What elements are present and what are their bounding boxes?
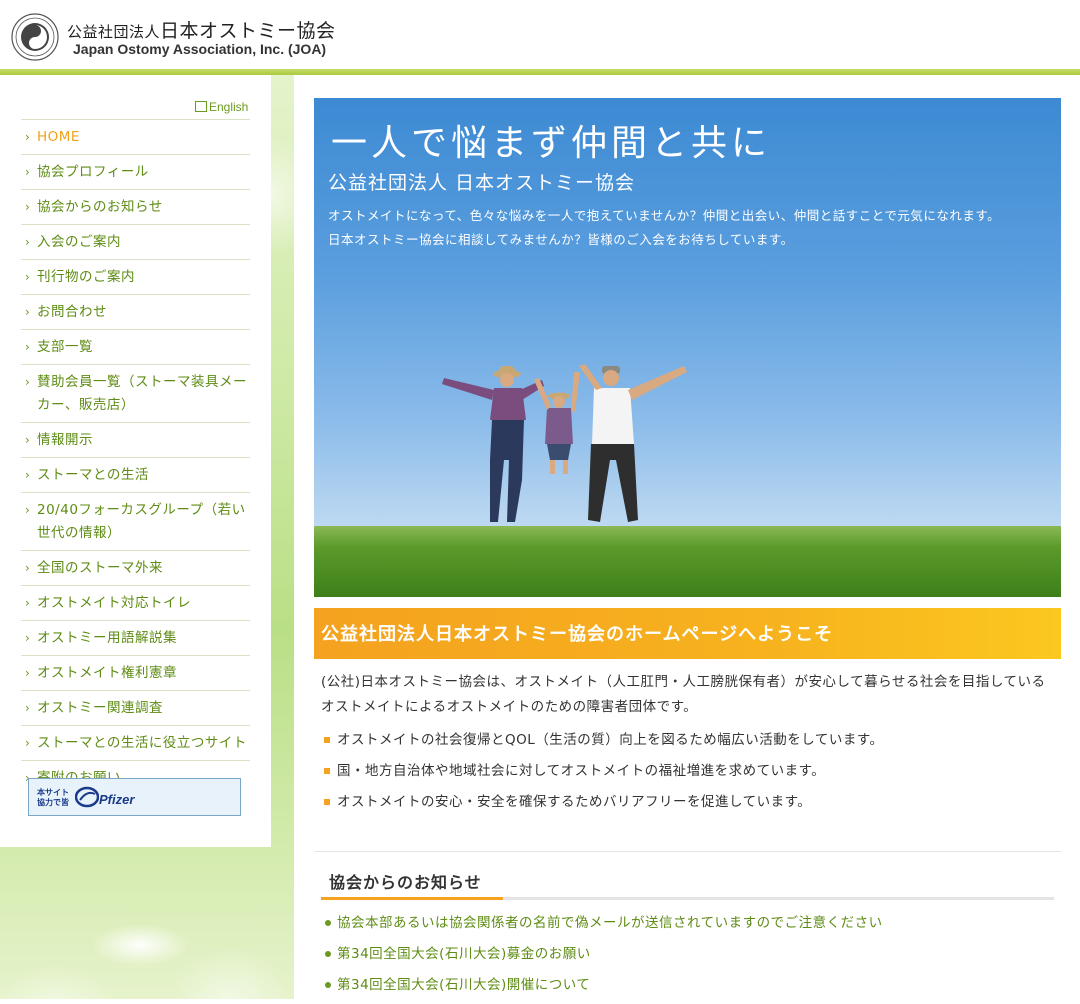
chevron-right-icon: › (25, 736, 31, 750)
news-heading-accent (321, 897, 503, 900)
sponsor-banner[interactable]: 本サイト 協力で皆 Pfizer (28, 778, 241, 816)
sidebar-item-focus-group[interactable]: › 20/40フォーカスグループ（若い世代の情報） (21, 492, 250, 550)
sidebar-item-useful-sites[interactable]: › ストーマとの生活に役立つサイト (21, 725, 250, 760)
sidebar-item-label: お問合わせ (37, 304, 107, 320)
sidebar-item-label: 情報開示 (37, 432, 93, 448)
sponsor-name: Pfizer (99, 792, 135, 807)
welcome-heading: 公益社団法人日本オストミー協会のホームページへようこそ (321, 624, 834, 645)
sidebar-item-membership[interactable]: › 入会のご案内 (21, 224, 250, 259)
sidebar-item-branches[interactable]: › 支部一覧 (21, 329, 250, 364)
hero-text-line1: オストメイトになって、色々な悩みを一人で抱えていませんか？仲間と出会い、仲間と話… (328, 208, 1001, 223)
sidebar-item-label: ストーマとの生活に役立つサイト (37, 735, 247, 751)
news-item-link[interactable]: 第34回全国大会(石川大会)募金のお願い (324, 942, 883, 973)
sidebar-item-label: 刊行物のご案内 (37, 269, 135, 285)
sidebar-item-label: 協会からのお知らせ (37, 199, 163, 215)
chevron-right-icon: › (25, 200, 31, 214)
sponsor-text-line2: 協力で皆 (37, 798, 69, 807)
chevron-right-icon: › (25, 165, 31, 179)
sidebar-item-label: オストメイト対応トイレ (37, 595, 191, 611)
chevron-right-icon: › (25, 305, 31, 319)
chevron-right-icon: › (25, 270, 31, 284)
welcome-banner: 公益社団法人日本オストミー協会のホームページへようこそ (314, 608, 1061, 659)
list-item: オストメイトの社会復帰とQOL（生活の質）向上を図るため幅広い活動をしています。 (324, 728, 884, 759)
hero-text-line2: 日本オストミー協会に相談してみませんか？皆様のご入会をお待ちしています。 (328, 232, 794, 247)
sidebar-item-supporting-members[interactable]: › 賛助会員一覧（ストーマ装具メーカー、販売店） (21, 364, 250, 422)
sidebar-item-label: ストーマとの生活 (37, 467, 149, 483)
sidebar-item-stoma-clinics[interactable]: › 全国のストーマ外来 (21, 550, 250, 585)
news-heading: 協会からのお知らせ (329, 873, 482, 892)
section-divider (314, 851, 1061, 852)
sidebar-item-rights-charter[interactable]: › オストメイト権利憲章 (21, 655, 250, 690)
intro-paragraph: (公社)日本オストミー協会は、オストメイト（人工肛門・人工膀胱保有者）が安心して… (321, 674, 1046, 715)
sidebar-item-label: 賛助会員一覧（ストーマ装具メーカー、販売店） (37, 374, 247, 413)
sidebar-item-label: 20/40フォーカスグループ（若い世代の情報） (37, 502, 246, 541)
sidebar-item-label: オストミー関連調査 (37, 700, 163, 716)
sidebar-item-label: 支部一覧 (37, 339, 93, 355)
chevron-right-icon: › (25, 701, 31, 715)
chevron-right-icon: › (25, 503, 31, 517)
chevron-right-icon: › (25, 596, 31, 610)
chevron-right-icon: › (25, 561, 31, 575)
chevron-right-icon: › (25, 631, 31, 645)
sidebar-item-glossary[interactable]: › オストミー用語解説集 (21, 620, 250, 655)
chevron-right-icon: › (25, 340, 31, 354)
sidebar-item-life-with-stoma[interactable]: › ストーマとの生活 (21, 457, 250, 492)
sidebar-item-label: オストメイト権利憲章 (37, 665, 177, 681)
family-photo-illustration (442, 364, 687, 522)
hero-banner: 一人で悩まず仲間と共に 公益社団法人 日本オストミー協会 オストメイトになって、… (314, 98, 1061, 597)
list-item: 国・地方自治体や地域社会に対してオストメイトの福祉増進を求めています。 (324, 759, 884, 790)
sidebar-item-disclosure[interactable]: › 情報開示 (21, 422, 250, 457)
news-item-link[interactable]: 第34回全国大会(石川大会)開催について (324, 973, 883, 1004)
hero-text: オストメイトになって、色々な悩みを一人で抱えていませんか？仲間と出会い、仲間と話… (328, 204, 1048, 252)
sidebar-nav: › HOME › 協会プロフィール › 協会からのお知らせ › 入会のご案内 › 刊行物の… (21, 119, 250, 795)
hero-title: 公益社団法人 日本オストミー協会 (328, 172, 636, 194)
sidebar-item-label: 協会プロフィール (37, 164, 149, 180)
chevron-right-icon: › (25, 468, 31, 482)
sponsor-text-line1: 本サイト (37, 788, 69, 797)
news-item-link[interactable]: 協会本部あるいは協会関係者の名前で偽メールが送信されていますのでご注意ください (324, 911, 883, 942)
pfizer-logo-icon (75, 786, 99, 808)
org-name: 日本オストミー協会 (160, 20, 336, 42)
sidebar-item-label: 全国のストーマ外来 (37, 560, 163, 576)
grass-field (314, 526, 1061, 597)
list-item: オストメイトの安心・安全を確保するためバリアフリーを促進しています。 (324, 790, 884, 821)
org-prefix: 公益社団法人 (67, 23, 161, 41)
globe-icon (195, 101, 207, 112)
sidebar-item-toilets[interactable]: › オストメイト対応トイレ (21, 585, 250, 620)
sidebar-item-label: オストミー用語解説集 (37, 630, 177, 646)
goals-list: オストメイトの社会復帰とQOL（生活の質）向上を図るため幅広い活動をしています。… (324, 728, 884, 821)
sidebar-item-label: 入会のご案内 (37, 234, 121, 250)
chevron-right-icon: › (25, 130, 31, 144)
sidebar-item-profile[interactable]: › 協会プロフィール (21, 154, 250, 189)
site-header: 公益社団法人日本オストミー協会 Japan Ostomy Association… (0, 0, 1080, 69)
chevron-right-icon: › (25, 235, 31, 249)
sidebar-item-home[interactable]: › HOME (21, 119, 250, 154)
sidebar-item-surveys[interactable]: › オストミー関連調査 (21, 690, 250, 725)
chevron-right-icon: › (25, 375, 31, 389)
sidebar-item-news[interactable]: › 協会からのお知らせ (21, 189, 250, 224)
english-link[interactable]: English (195, 100, 248, 114)
sidebar-item-contact[interactable]: › お問合わせ (21, 294, 250, 329)
org-name-jp[interactable]: 公益社団法人日本オストミー協会 (67, 16, 336, 43)
english-link-label: English (209, 100, 249, 114)
news-list: 協会本部あるいは協会関係者の名前で偽メールが送信されていますのでご注意ください … (324, 911, 883, 1004)
sidebar-item-label: HOME (37, 129, 80, 145)
chevron-right-icon: › (25, 666, 31, 680)
org-name-en[interactable]: Japan Ostomy Association, Inc. (JOA) (73, 41, 326, 57)
hero-catchphrase: 一人で悩まず仲間と共に (331, 123, 772, 164)
sponsor-text: 本サイト 協力で皆 (37, 788, 69, 808)
joa-seal-icon[interactable] (11, 13, 59, 61)
chevron-right-icon: › (25, 433, 31, 447)
sidebar-item-publications[interactable]: › 刊行物のご案内 (21, 259, 250, 294)
